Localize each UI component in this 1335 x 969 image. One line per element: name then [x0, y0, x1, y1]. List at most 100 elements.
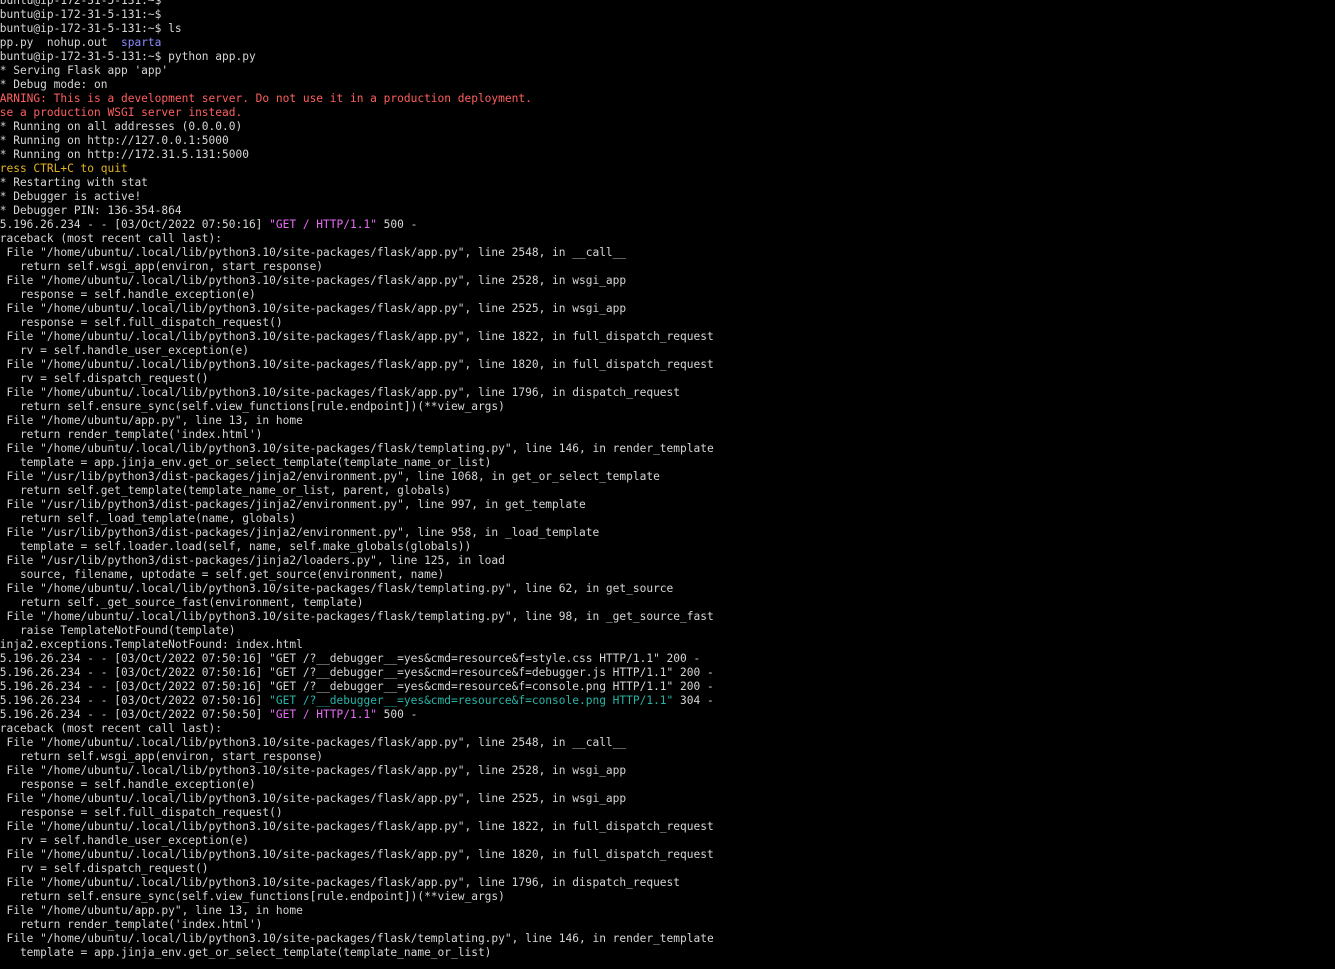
- terminal-line: return self.wsgi_app(environ, start_resp…: [0, 260, 1335, 274]
- terminal-line: * Restarting with stat: [0, 176, 1335, 190]
- terminal-output: ubuntu@ip-172-31-5-131:~$ ubuntu@ip-172-3…: [0, 0, 1335, 960]
- terminal-line: return render_template('index.html'): [0, 918, 1335, 932]
- terminal-text-segment: * Restarting with stat: [0, 176, 148, 189]
- terminal-text-segment: 75.196.26.234 - - [03/Oct/2022 07:50:50]: [0, 708, 270, 721]
- terminal-text-segment: ubuntu@ip-172-31-5-131:~$ ls: [0, 22, 182, 35]
- terminal-text-segment: rv = self.handle_user_exception(e): [0, 834, 249, 847]
- terminal-line: * Debug mode: on: [0, 78, 1335, 92]
- terminal-text-segment: File "/home/ubuntu/.local/lib/python3.10…: [0, 848, 714, 861]
- terminal-text-segment: File "/usr/lib/python3/dist-packages/jin…: [0, 554, 505, 567]
- terminal-text-segment: "GET /?__debugger__=yes&cmd=resource&f=c…: [269, 694, 674, 707]
- terminal-text-segment: * Running on http://127.0.0.1:5000: [0, 134, 229, 147]
- terminal-line: File "/home/ubuntu/.local/lib/python3.10…: [0, 610, 1335, 624]
- terminal-text-segment: 304 -: [673, 694, 714, 707]
- terminal-line: File "/home/ubuntu/.local/lib/python3.10…: [0, 792, 1335, 806]
- terminal-line: File "/usr/lib/python3/dist-packages/jin…: [0, 470, 1335, 484]
- terminal-text-segment: 75.196.26.234 - - [03/Oct/2022 07:50:16]: [0, 218, 270, 231]
- terminal-line: return self.get_template(template_name_o…: [0, 484, 1335, 498]
- terminal-text-segment: File "/home/ubuntu/app.py", line 13, in …: [0, 414, 303, 427]
- terminal-line: raise TemplateNotFound(template): [0, 624, 1335, 638]
- terminal-line: * Debugger is active!: [0, 190, 1335, 204]
- terminal-line: File "/home/ubuntu/.local/lib/python3.10…: [0, 358, 1335, 372]
- terminal-text-segment: File "/home/ubuntu/.local/lib/python3.10…: [0, 274, 627, 287]
- terminal-line: 75.196.26.234 - - [03/Oct/2022 07:50:16]…: [0, 694, 1335, 708]
- terminal-line: File "/home/ubuntu/.local/lib/python3.10…: [0, 932, 1335, 946]
- terminal-line: File "/home/ubuntu/app.py", line 13, in …: [0, 904, 1335, 918]
- terminal-text-segment: return self._get_source_fast(environment…: [0, 596, 364, 609]
- terminal-text-segment: rv = self.handle_user_exception(e): [0, 344, 249, 357]
- terminal-text-segment: return self._load_template(name, globals…: [0, 512, 297, 525]
- terminal-line: File "/home/ubuntu/.local/lib/python3.10…: [0, 442, 1335, 456]
- terminal-text-segment: Traceback (most recent call last):: [0, 232, 223, 245]
- terminal-text-segment: return self.ensure_sync(self.view_functi…: [0, 890, 505, 903]
- terminal-text-segment: Use a production WSGI server instead.: [0, 106, 243, 119]
- terminal-line: File "/usr/lib/python3/dist-packages/jin…: [0, 554, 1335, 568]
- terminal-line: File "/home/ubuntu/.local/lib/python3.10…: [0, 302, 1335, 316]
- terminal-text-segment: ubuntu@ip-172-31-5-131:~$ python app.py: [0, 50, 256, 63]
- terminal-text-segment: response = self.full_dispatch_request(): [0, 316, 283, 329]
- terminal-text-segment: response = self.full_dispatch_request(): [0, 806, 283, 819]
- terminal-line: response = self.full_dispatch_request(): [0, 316, 1335, 330]
- terminal-text-segment: File "/home/ubuntu/.local/lib/python3.10…: [0, 792, 627, 805]
- terminal-text-segment: WARNING: This is a development server. D…: [0, 92, 532, 105]
- terminal-text-segment: * Running on http://172.31.5.131:5000: [0, 148, 249, 161]
- terminal-line: File "/usr/lib/python3/dist-packages/jin…: [0, 498, 1335, 512]
- terminal-line: response = self.handle_exception(e): [0, 778, 1335, 792]
- terminal-text-segment: File "/home/ubuntu/.local/lib/python3.10…: [0, 820, 714, 833]
- terminal-line: app.py nohup.out sparta: [0, 36, 1335, 50]
- terminal-line: return self.ensure_sync(self.view_functi…: [0, 890, 1335, 904]
- terminal-text-segment: 75.196.26.234 - - [03/Oct/2022 07:50:16]: [0, 694, 270, 707]
- terminal-line: File "/home/ubuntu/.local/lib/python3.10…: [0, 876, 1335, 890]
- terminal-line: return self.ensure_sync(self.view_functi…: [0, 400, 1335, 414]
- terminal-text-segment: jinja2.exceptions.TemplateNotFound: inde…: [0, 638, 303, 651]
- terminal-text-segment: File "/home/ubuntu/.local/lib/python3.10…: [0, 764, 627, 777]
- terminal-text-segment: response = self.handle_exception(e): [0, 288, 256, 301]
- terminal-text-segment: rv = self.dispatch_request(): [0, 372, 209, 385]
- terminal-line: template = app.jinja_env.get_or_select_t…: [0, 946, 1335, 960]
- terminal-text-segment: "GET / HTTP/1.1": [269, 708, 377, 721]
- terminal-text-segment: File "/home/ubuntu/.local/lib/python3.10…: [0, 876, 681, 889]
- terminal-text-segment: return self.ensure_sync(self.view_functi…: [0, 400, 505, 413]
- terminal-text-segment: * Debug mode: on: [0, 78, 108, 91]
- terminal-text-segment: File "/usr/lib/python3/dist-packages/jin…: [0, 526, 600, 539]
- terminal-text-segment: File "/home/ubuntu/.local/lib/python3.10…: [0, 330, 714, 343]
- terminal-line: File "/home/ubuntu/.local/lib/python3.10…: [0, 736, 1335, 750]
- terminal-line: return self._get_source_fast(environment…: [0, 596, 1335, 610]
- terminal-line: * Debugger PIN: 136-354-864: [0, 204, 1335, 218]
- terminal-line: ubuntu@ip-172-31-5-131:~$ ls: [0, 22, 1335, 36]
- terminal-text-segment: File "/home/ubuntu/.local/lib/python3.10…: [0, 358, 714, 371]
- terminal-text-segment: 500 -: [376, 218, 418, 231]
- terminal-line: Traceback (most recent call last):: [0, 232, 1335, 246]
- terminal-window[interactable]: ubuntu@ip-172-31-5-131:~$ ubuntu@ip-172-3…: [0, 0, 1335, 969]
- terminal-text-segment: File "/home/ubuntu/.local/lib/python3.10…: [0, 246, 627, 259]
- terminal-line: template = app.jinja_env.get_or_select_t…: [0, 456, 1335, 470]
- terminal-line: File "/home/ubuntu/.local/lib/python3.10…: [0, 274, 1335, 288]
- terminal-line: ubuntu@ip-172-31-5-131:~$: [0, 0, 1335, 8]
- terminal-line: 75.196.26.234 - - [03/Oct/2022 07:50:16]…: [0, 652, 1335, 666]
- terminal-line: File "/home/ubuntu/.local/lib/python3.10…: [0, 582, 1335, 596]
- terminal-line: File "/home/ubuntu/.local/lib/python3.10…: [0, 330, 1335, 344]
- terminal-line: Traceback (most recent call last):: [0, 722, 1335, 736]
- terminal-text-segment: template = app.jinja_env.get_or_select_t…: [0, 946, 492, 959]
- terminal-line: response = self.handle_exception(e): [0, 288, 1335, 302]
- terminal-line: File "/usr/lib/python3/dist-packages/jin…: [0, 526, 1335, 540]
- terminal-line: * Running on http://127.0.0.1:5000: [0, 134, 1335, 148]
- terminal-text-segment: return render_template('index.html'): [0, 428, 263, 441]
- terminal-line: return self.wsgi_app(environ, start_resp…: [0, 750, 1335, 764]
- terminal-text-segment: response = self.handle_exception(e): [0, 778, 256, 791]
- terminal-text-segment: File "/home/ubuntu/.local/lib/python3.10…: [0, 582, 674, 595]
- terminal-text-segment: File "/home/ubuntu/.local/lib/python3.10…: [0, 302, 627, 315]
- terminal-text-segment: source, filename, uptodate = self.get_so…: [0, 568, 445, 581]
- terminal-text-segment: return self.wsgi_app(environ, start_resp…: [0, 750, 324, 763]
- terminal-line: jinja2.exceptions.TemplateNotFound: inde…: [0, 638, 1335, 652]
- terminal-line: ubuntu@ip-172-31-5-131:~$ python app.py: [0, 50, 1335, 64]
- terminal-text-segment: ubuntu@ip-172-31-5-131:~$: [0, 0, 162, 7]
- terminal-line: rv = self.dispatch_request(): [0, 372, 1335, 386]
- terminal-line: Use a production WSGI server instead.: [0, 106, 1335, 120]
- terminal-text-segment: raise TemplateNotFound(template): [0, 624, 236, 637]
- terminal-line: return self._load_template(name, globals…: [0, 512, 1335, 526]
- terminal-text-segment: File "/home/ubuntu/app.py", line 13, in …: [0, 904, 303, 917]
- terminal-text-segment: File "/home/ubuntu/.local/lib/python3.10…: [0, 932, 714, 945]
- terminal-text-segment: 75.196.26.234 - - [03/Oct/2022 07:50:16]…: [0, 666, 714, 679]
- terminal-text-segment: return self.wsgi_app(environ, start_resp…: [0, 260, 324, 273]
